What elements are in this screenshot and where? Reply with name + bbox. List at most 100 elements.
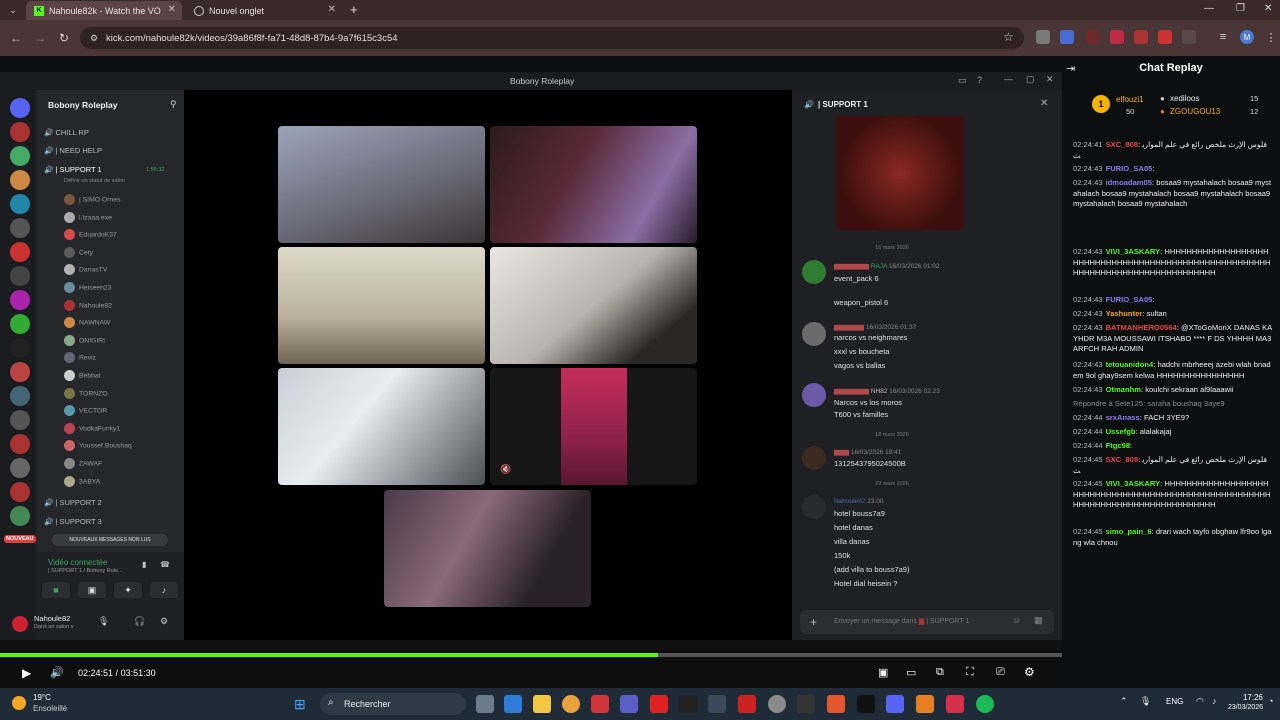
file-explorer-icon[interactable] xyxy=(533,695,551,713)
message-username[interactable]: srxAnass xyxy=(1106,413,1140,422)
voice-member[interactable]: VodkaFunky1 xyxy=(64,422,120,434)
server-icon[interactable] xyxy=(10,290,30,310)
minimize-icon[interactable]: — xyxy=(1204,3,1214,14)
message-username[interactable]: idmoadam05 xyxy=(1106,178,1152,187)
chat-message[interactable]: 02:24:43 VIVI_3ASKARY: HHHHHHHHHHHHHHHHHH… xyxy=(1073,247,1273,279)
taskbar-search[interactable]: ⌕ Rechercher xyxy=(320,693,466,715)
participant-video[interactable] xyxy=(278,126,485,243)
notification-bell-icon[interactable]: ◔ xyxy=(1268,696,1273,706)
apps-icon[interactable]: ▦ xyxy=(1034,615,1043,626)
discord-icon[interactable] xyxy=(886,695,904,713)
inbox-icon[interactable]: ▭ xyxy=(958,75,967,86)
server-icon[interactable] xyxy=(10,434,30,454)
extension-icon[interactable] xyxy=(1110,30,1124,44)
voice-member[interactable]: DanasTV xyxy=(64,264,107,276)
weather-sun-icon[interactable] xyxy=(12,696,26,710)
server-icon[interactable] xyxy=(10,314,30,334)
profile-avatar[interactable]: M xyxy=(1240,30,1254,44)
soundboard-icon[interactable]: ♪ xyxy=(150,582,178,598)
voice-member[interactable]: VECTOR xyxy=(64,405,107,417)
chat-message[interactable]: 02:24:43 Otmanhm: koulchi sekraan al9laaa… xyxy=(1073,385,1273,396)
channel-support2[interactable]: 🔊 | SUPPORT 2 xyxy=(44,498,102,507)
chat-message[interactable]: 02:24:43 tetouanidon4: hadchi mbrheeej az… xyxy=(1073,360,1273,381)
leader-name[interactable]: xediloos xyxy=(1170,94,1199,103)
taskbar-app-icon[interactable] xyxy=(591,695,609,713)
server-icon[interactable] xyxy=(10,506,30,526)
server-icon[interactable] xyxy=(10,386,30,406)
tab-new[interactable]: Nouvel onglet ✕ xyxy=(186,1,342,20)
taskbar-app-icon[interactable] xyxy=(679,695,697,713)
headphones-icon[interactable]: 🎧 xyxy=(134,616,145,627)
message-username[interactable]: Ftgc98 xyxy=(1106,441,1130,450)
message-username[interactable]: VIVI_3ASKARY xyxy=(1106,479,1161,488)
signal-icon[interactable]: ▮ xyxy=(142,560,146,569)
message-username[interactable]: Yashunter xyxy=(1106,309,1143,318)
chat-message[interactable]: 02:24:43 FURIO_SA05: xyxy=(1073,164,1273,175)
current-user-name[interactable]: Nahoule82 xyxy=(34,614,70,623)
message-username[interactable]: Otmanhm xyxy=(1106,385,1141,394)
participant-video[interactable] xyxy=(384,490,591,607)
chat-message[interactable]: 02:24:41 SXC_808: فلوس الإرث ملخص رائع في… xyxy=(1073,140,1273,161)
chat-message[interactable]: Répondre à Sete125: saraha boushaq 3aye9 xyxy=(1073,399,1273,410)
chat-message[interactable]: 02:24:43 idmoadam05: bosaa9 mystahalach b… xyxy=(1073,178,1273,210)
chat-message[interactable]: 02:24:45 simo_pain_6: drari wach tayfo ob… xyxy=(1073,527,1273,548)
taskbar-app-icon[interactable] xyxy=(768,695,786,713)
extension-icon[interactable] xyxy=(1086,30,1100,44)
cast-icon[interactable]: ⎚ xyxy=(996,666,1005,679)
disconnect-icon[interactable]: ☎ xyxy=(160,560,170,569)
camera-icon[interactable] xyxy=(16,584,40,598)
settings-gear-icon[interactable]: ⚙ xyxy=(1024,665,1035,679)
close-icon[interactable]: ✕ xyxy=(328,4,336,15)
volume-icon[interactable]: ♪ xyxy=(1212,696,1217,706)
address-bar[interactable]: ⚙ kick.com/nahoule82k/videos/39a86f8f-fa… xyxy=(80,27,1024,49)
extensions-puzzle-icon[interactable] xyxy=(1182,30,1196,44)
avatar[interactable] xyxy=(802,383,826,407)
server-icon[interactable] xyxy=(10,194,30,214)
message-username[interactable]: BATMANHERO0564 xyxy=(1106,323,1177,332)
message-username[interactable]: SXC_808 xyxy=(1106,455,1139,464)
channel-need-help[interactable]: 🔊 | NEED HELP xyxy=(44,146,102,155)
taskbar-app-icon[interactable] xyxy=(504,695,522,713)
voice-channel-text[interactable]: | SUPPORT 1 / Bobony Role... xyxy=(48,568,123,574)
participant-video[interactable] xyxy=(278,247,485,364)
reading-list-icon[interactable]: ≡ xyxy=(1216,30,1230,44)
tab-kick[interactable]: K Nahoule82k - Watch the VO ✕ xyxy=(26,1,182,20)
server-icon[interactable] xyxy=(10,146,30,166)
server-icon[interactable] xyxy=(10,338,30,358)
message-author[interactable]: ▆▆▆▆▆▆▆ NH82 16/03/2026 02:23 xyxy=(834,387,940,395)
emoji-icon[interactable]: ☺ xyxy=(1012,615,1021,625)
message-username[interactable]: Ussefgb xyxy=(1106,427,1136,436)
server-icon[interactable] xyxy=(10,98,30,118)
server-icon[interactable] xyxy=(10,218,30,238)
voice-member[interactable]: 3ABYA xyxy=(64,475,100,487)
clock-date[interactable]: 23/03/2026 xyxy=(1222,704,1263,711)
close-icon[interactable]: ✕ xyxy=(1046,74,1054,85)
server-name[interactable]: Bobony Roleplay xyxy=(48,100,117,110)
participant-video[interactable] xyxy=(278,368,485,485)
message-author[interactable]: ▆▆▆▆▆▆▆ RAJA 16/03/2026 01:02 xyxy=(834,262,940,270)
new-badge[interactable]: NOUVEAU xyxy=(4,535,36,543)
extension-icon[interactable] xyxy=(1134,30,1148,44)
volume-icon[interactable]: 🔊 xyxy=(50,666,64,679)
extension-icon[interactable] xyxy=(1158,30,1172,44)
youtube-icon[interactable] xyxy=(650,695,668,713)
voice-member[interactable]: Bebbat xyxy=(64,370,101,381)
voice-member[interactable]: TORNZO xyxy=(64,387,108,399)
close-icon[interactable]: ✕ xyxy=(1040,98,1048,109)
server-icon[interactable] xyxy=(10,242,30,262)
message-author[interactable]: ▆▆▆ 16/03/2026 19:41 xyxy=(834,448,901,456)
reload-icon[interactable]: ↻ xyxy=(56,30,72,46)
microphone-icon[interactable]: 🎙 xyxy=(1140,696,1151,707)
help-icon[interactable]: ? xyxy=(977,75,982,85)
taskbar-app-icon[interactable] xyxy=(797,695,815,713)
message-username[interactable]: simo_pain_6 xyxy=(1106,527,1152,536)
maximize-icon[interactable]: ▢ xyxy=(1026,74,1035,85)
server-icon[interactable] xyxy=(10,122,30,142)
voice-member[interactable]: Youssef Boushaq xyxy=(64,440,132,452)
server-icon[interactable] xyxy=(10,410,30,430)
message-username[interactable]: FURIO_SA05 xyxy=(1106,295,1153,304)
message-username[interactable]: SXC_808 xyxy=(1106,140,1139,149)
channel-status-hint[interactable]: Définir un statut de salon xyxy=(64,178,125,184)
microphone-icon[interactable]: 🎙 xyxy=(98,616,109,627)
message-author[interactable]: Nahoule82 23:00 xyxy=(834,498,884,505)
